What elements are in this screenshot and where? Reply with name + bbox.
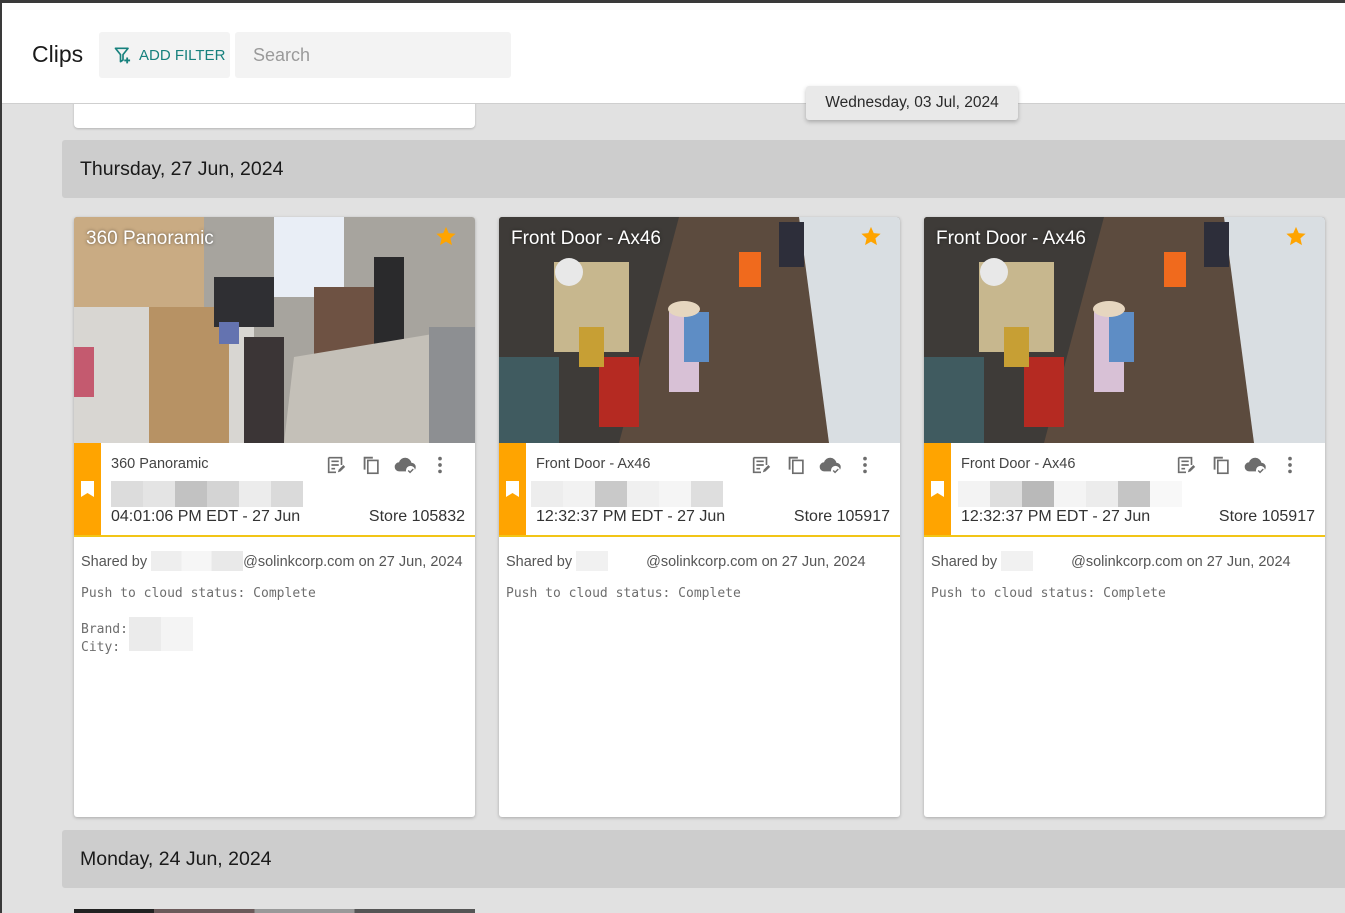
clip-actions (744, 453, 882, 477)
copy-button[interactable] (354, 453, 389, 477)
video-still (924, 217, 1325, 443)
shared-by-text: Shared by @solinkcorp.com on 27 Jun, 202… (506, 551, 893, 571)
clip-thumbnail[interactable]: 360 Panoramic (74, 217, 475, 443)
store-name: Store 105917 (1218, 508, 1315, 525)
copy-icon (363, 456, 379, 475)
redacted-email (151, 551, 244, 571)
notes-icon (1178, 456, 1196, 474)
redacted-email (576, 551, 609, 571)
star-icon[interactable] (1285, 225, 1307, 247)
cloud-done-icon (819, 457, 842, 476)
more-options-button[interactable] (1273, 453, 1308, 477)
more-vert-icon (437, 456, 442, 474)
cloud-status-button[interactable] (1238, 453, 1273, 477)
push-status: Push to cloud status: Complete (931, 586, 1166, 601)
bookmark-icon (506, 481, 519, 497)
copy-button[interactable] (779, 453, 814, 477)
clip-time: 04:01:06 PM EDT - 27 Jun (111, 508, 301, 525)
redacted-metadata (129, 617, 193, 651)
camera-name: Front Door - Ax46 (536, 456, 651, 472)
shared-by-text: Shared by @solinkcorp.com on 27 Jun, 202… (81, 551, 468, 571)
thumbnail-camera-label: Front Door - Ax46 (511, 228, 661, 249)
day-header: Monday, 24 Jun, 2024 (62, 830, 1345, 888)
cloud-status-button[interactable] (813, 453, 848, 477)
clip-details: Shared by @solinkcorp.com on 27 Jun, 202… (74, 537, 475, 657)
shared-by-text: Shared by @solinkcorp.com on 27 Jun, 202… (931, 551, 1318, 571)
clip-thumbnail[interactable]: Front Door - Ax46 (924, 217, 1325, 443)
page-title: Clips (32, 41, 84, 67)
floating-date-indicator: Wednesday, 03 Jul, 2024 (806, 86, 1018, 120)
app-window: Clips ADD FILTER Wednesday, 03 Jul, 2024… (2, 3, 1345, 913)
push-status: Push to cloud status: Complete (506, 586, 741, 601)
copy-button[interactable] (1204, 453, 1239, 477)
notes-icon (753, 456, 771, 474)
next-clip-thumbnail[interactable] (74, 909, 475, 913)
shared-by-label: Shared by (506, 554, 573, 570)
clip-card[interactable]: Front Door - Ax46 Front Door - Ax46 12:3… (499, 217, 900, 817)
more-options-button[interactable] (423, 453, 458, 477)
add-filter-button[interactable]: ADD FILTER (99, 32, 230, 78)
shared-by-detail: @solinkcorp.com on 27 Jun, 2024 (646, 554, 866, 570)
bookmark-strip (499, 443, 526, 535)
camera-name: Front Door - Ax46 (961, 456, 1076, 472)
shared-by-detail: @solinkcorp.com on 27 Jun, 2024 (243, 554, 463, 570)
more-options-button[interactable] (848, 453, 883, 477)
clip-card[interactable]: Front Door - Ax46 Front Door - Ax46 12:3… (924, 217, 1325, 817)
camera-name: 360 Panoramic (111, 456, 209, 472)
clip-actions (319, 453, 457, 477)
redacted-field (958, 481, 1182, 507)
clip-info: Front Door - Ax46 12:32:37 PM EDT - 27 J… (499, 443, 900, 537)
add-filter-label: ADD FILTER (139, 46, 226, 64)
star-icon[interactable] (860, 225, 882, 247)
clip-time: 12:32:37 PM EDT - 27 Jun (961, 508, 1151, 525)
copy-icon (1213, 456, 1229, 475)
video-still (74, 217, 475, 443)
filter-add-icon (114, 47, 131, 64)
cloud-done-icon (394, 457, 417, 476)
clip-metadata: Brand: City: (81, 617, 468, 657)
clip-time: 12:32:37 PM EDT - 27 Jun (536, 508, 726, 525)
store-name: Store 105917 (793, 508, 890, 525)
clip-details: Shared by @solinkcorp.com on 27 Jun, 202… (499, 537, 900, 603)
clip-card[interactable]: 360 Panoramic 360 Panoramic 04:01:06 PM … (74, 217, 475, 817)
shared-by-detail: @solinkcorp.com on 27 Jun, 2024 (1071, 554, 1291, 570)
clips-list: Thursday, 27 Jun, 2024 360 Panoramic 360… (2, 94, 1345, 913)
day-header: Thursday, 27 Jun, 2024 (62, 140, 1345, 198)
redacted-field (111, 481, 303, 507)
clip-details: Shared by @solinkcorp.com on 27 Jun, 202… (924, 537, 1325, 603)
cloud-done-icon (1244, 457, 1267, 476)
cloud-status-button[interactable] (388, 453, 423, 477)
notes-button[interactable] (319, 453, 354, 477)
store-name: Store 105832 (368, 508, 465, 525)
search-input[interactable] (235, 32, 511, 78)
notes-button[interactable] (1169, 453, 1204, 477)
star-icon[interactable] (435, 225, 457, 247)
shared-by-label: Shared by (931, 554, 998, 570)
redacted-email (1001, 551, 1034, 571)
thumbnail-camera-label: Front Door - Ax46 (936, 228, 1086, 249)
more-vert-icon (1287, 456, 1292, 474)
redacted-field (531, 481, 723, 507)
clip-info: Front Door - Ax46 12:32:37 PM EDT - 27 J… (924, 443, 1325, 537)
bookmark-strip (74, 443, 101, 535)
copy-icon (788, 456, 804, 475)
shared-by-label: Shared by (81, 554, 148, 570)
bookmark-icon (81, 481, 94, 497)
more-vert-icon (862, 456, 867, 474)
bookmark-icon (931, 481, 944, 497)
notes-button[interactable] (744, 453, 779, 477)
clip-thumbnail[interactable]: Front Door - Ax46 (499, 217, 900, 443)
thumbnail-camera-label: 360 Panoramic (86, 228, 214, 249)
clip-actions (1169, 453, 1307, 477)
push-status: Push to cloud status: Complete (81, 586, 316, 601)
top-bar: Clips ADD FILTER (2, 3, 1345, 104)
notes-icon (328, 456, 346, 474)
video-still (499, 217, 900, 443)
bookmark-strip (924, 443, 951, 535)
clip-info: 360 Panoramic 04:01:06 PM EDT - 27 Jun S… (74, 443, 475, 537)
